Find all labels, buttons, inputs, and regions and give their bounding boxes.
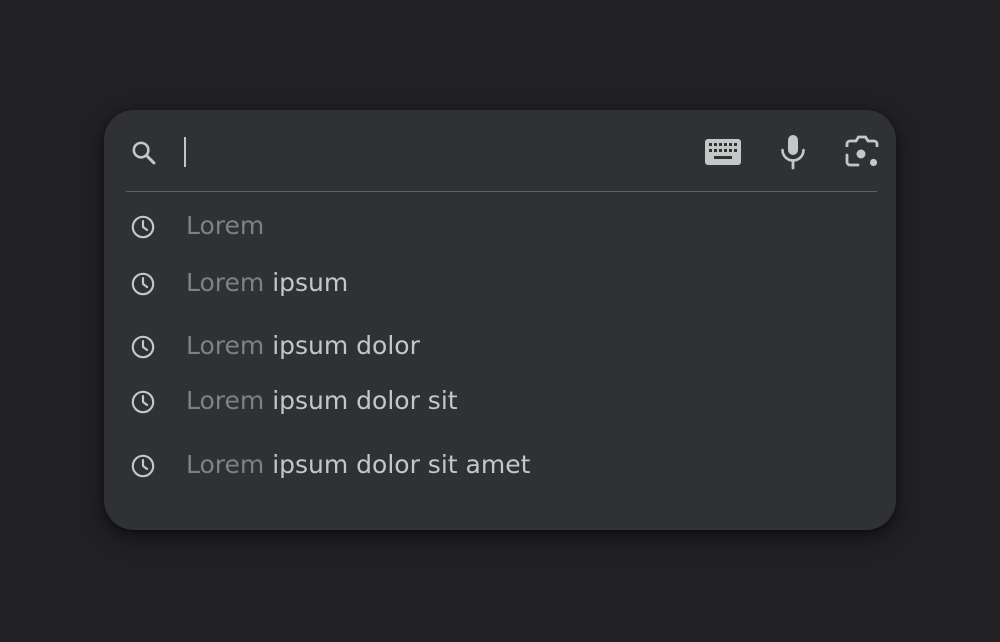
suggestion-text: Lorem ipsum dolor sit amet xyxy=(186,449,530,481)
history-icon xyxy=(131,390,155,414)
suggestion-typed-text: Lorem xyxy=(186,450,265,479)
suggestion-typed-text: Lorem xyxy=(186,211,265,240)
suggestion-completion-text: ipsum dolor xyxy=(264,331,420,360)
suggestion-item[interactable]: Lorem ipsum dolor sit xyxy=(104,378,896,424)
suggestion-typed-text: Lorem xyxy=(186,268,265,297)
suggestion-item[interactable]: Lorem xyxy=(104,203,896,249)
suggestion-typed-text: Lorem xyxy=(186,331,265,360)
search-box: Lorem Lorem ipsum Lorem ipsum dolor Lore… xyxy=(104,110,896,530)
history-icon xyxy=(131,272,155,296)
history-icon xyxy=(131,454,155,478)
suggestion-text: Lorem ipsum dolor xyxy=(186,330,420,362)
suggestion-text: Lorem ipsum xyxy=(186,267,348,299)
suggestion-text: Lorem ipsum dolor sit xyxy=(186,385,458,417)
suggestion-typed-text: Lorem xyxy=(186,386,265,415)
suggestion-completion-text: ipsum dolor sit amet xyxy=(264,450,531,479)
suggestion-item[interactable]: Lorem ipsum xyxy=(104,260,896,306)
suggestion-list: Lorem Lorem ipsum Lorem ipsum dolor Lore… xyxy=(104,110,896,530)
history-icon xyxy=(131,215,155,239)
suggestion-item[interactable]: Lorem ipsum dolor sit amet xyxy=(104,442,896,488)
suggestion-completion-text: ipsum dolor sit xyxy=(264,386,458,415)
suggestion-text: Lorem xyxy=(186,210,264,242)
suggestion-item[interactable]: Lorem ipsum dolor xyxy=(104,323,896,369)
suggestion-completion-text: ipsum xyxy=(264,268,349,297)
history-icon xyxy=(131,335,155,359)
